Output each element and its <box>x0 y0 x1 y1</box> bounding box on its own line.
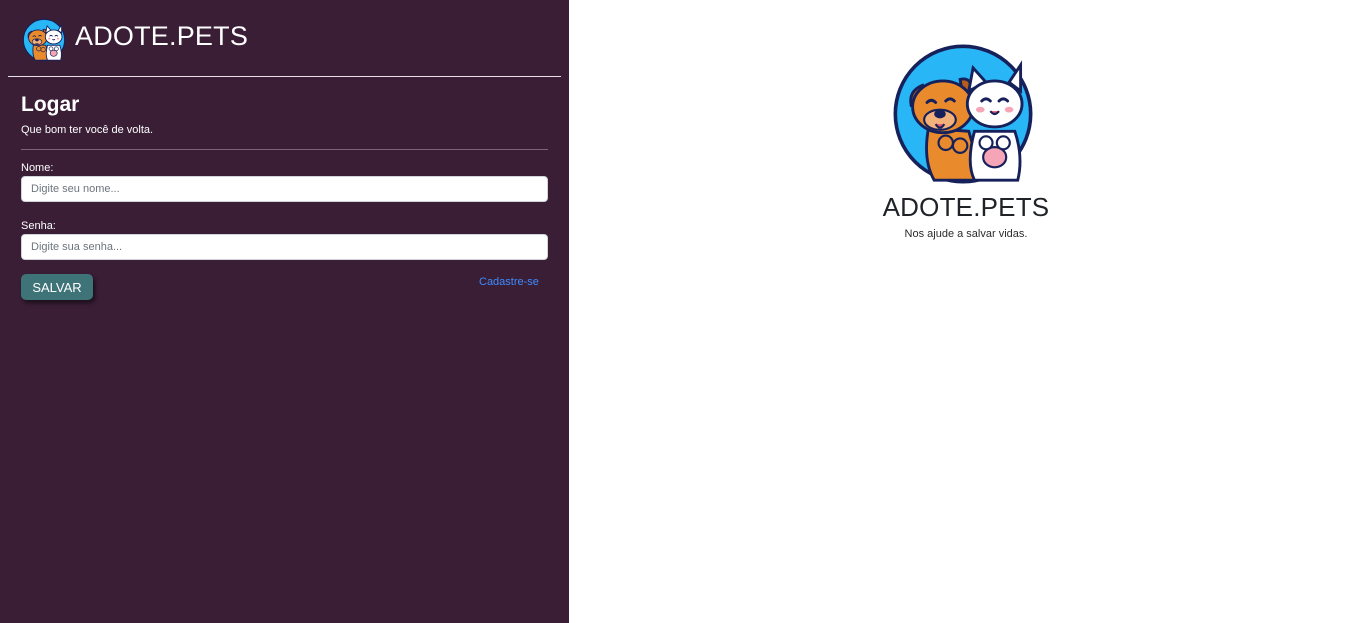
hero-panel: ADOTE.PETS Nos ajude a salvar vidas. <box>569 0 1363 623</box>
login-sidebar: ADOTE.PETS Logar Que bom ter você de vol… <box>0 0 569 623</box>
header-divider <box>8 76 561 77</box>
dog-and-cat-logo-icon <box>891 42 1035 186</box>
password-label: Senha: <box>21 220 56 232</box>
name-label: Nome: <box>21 162 54 174</box>
brand-header: ADOTE.PETS <box>22 18 248 62</box>
save-button[interactable]: SALVAR <box>21 274 93 300</box>
dog-and-cat-logo-icon <box>22 18 66 62</box>
hero-title: ADOTE.PETS <box>882 192 1050 222</box>
signup-link[interactable]: Cadastre-se <box>479 276 539 288</box>
name-input[interactable] <box>21 176 548 202</box>
brand-title: ADOTE.PETS <box>75 20 249 51</box>
password-input[interactable] <box>21 234 548 260</box>
login-title: Logar <box>21 93 80 116</box>
login-subtitle: Que bom ter você de volta. <box>21 124 154 136</box>
form-divider <box>21 149 548 150</box>
hero-tagline: Nos ajude a salvar vidas. <box>904 228 1028 240</box>
